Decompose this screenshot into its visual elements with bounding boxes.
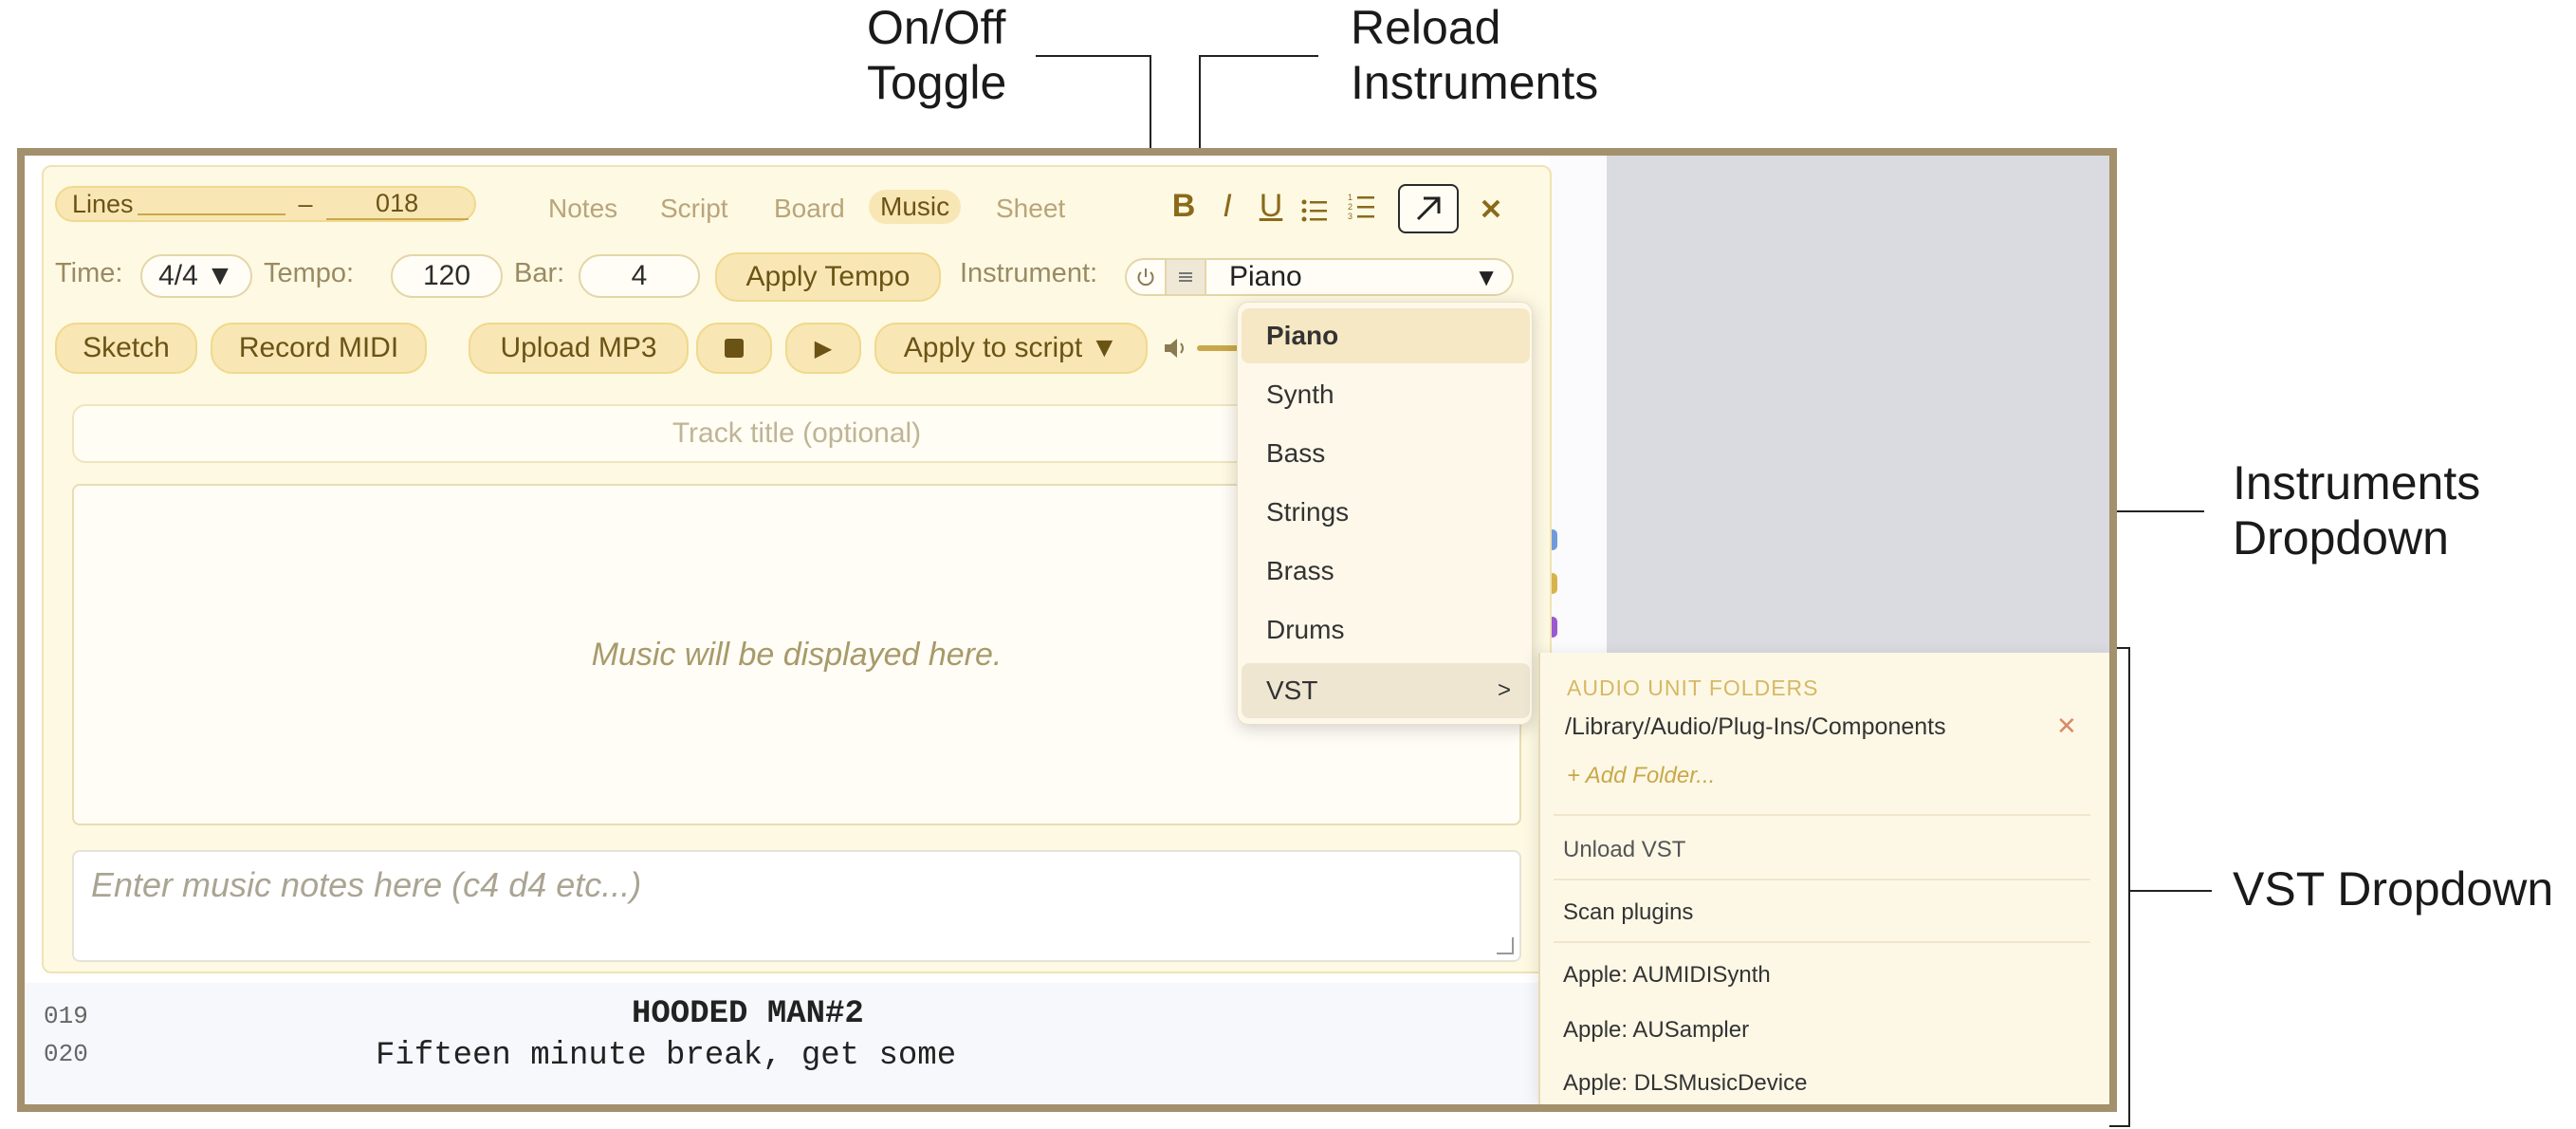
instrument-value: Piano	[1229, 261, 1302, 292]
record-midi-button[interactable]: Record MIDI	[211, 323, 427, 374]
menu-item-drums[interactable]: Drums	[1242, 602, 1530, 657]
vst-bracket-v	[2128, 647, 2130, 1127]
character-name[interactable]: HOODED MAN#2	[632, 996, 864, 1032]
menu-item-piano[interactable]: Piano	[1242, 308, 1530, 363]
audio-unit-folders-header: AUDIO UNIT FOLDERS	[1567, 676, 1819, 700]
bar-input[interactable]: 4	[579, 254, 700, 298]
menu-item-synth[interactable]: Synth	[1242, 367, 1530, 422]
instrument-label: Instrument:	[960, 258, 1098, 288]
instrument-dropdown-menu: Piano Synth Bass Strings Brass Drums VST…	[1237, 302, 1533, 725]
close-icon	[1481, 199, 1500, 218]
bullet-list-icon	[1301, 199, 1327, 222]
vst-dropdown-callout: VST Dropdown	[2233, 862, 2554, 916]
vst-bracket-bottom	[2109, 1125, 2130, 1127]
upload-mp3-button[interactable]: Upload MP3	[469, 323, 689, 374]
dialogue-line[interactable]: Fifteen minute break, get some	[376, 1038, 956, 1074]
tab-board[interactable]: Board	[774, 194, 845, 224]
svg-text:1: 1	[1348, 193, 1352, 202]
lines-label: Lines	[72, 189, 134, 218]
instruments-dropdown-callout: Instruments Dropdown	[2233, 456, 2481, 564]
plugin-item[interactable]: Apple: AUMIDISynth	[1563, 962, 1771, 989]
underline-button[interactable]: U	[1252, 188, 1290, 225]
numbered-list-button[interactable]: 123	[1343, 192, 1381, 231]
add-folder-button[interactable]: + Add Folder...	[1567, 763, 1715, 789]
tab-music[interactable]: Music	[869, 190, 962, 224]
instrument-control: Piano ▼	[1125, 258, 1514, 296]
folder-path: /Library/Audio/Plug-Ins/Components	[1565, 713, 1946, 740]
bold-button[interactable]: B	[1165, 188, 1203, 225]
reload-instruments-callout: Reload Instruments	[1351, 1, 1599, 109]
vst-callout-line	[2130, 890, 2212, 892]
menu-item-vst[interactable]: VST >	[1242, 663, 1530, 718]
remove-folder-icon[interactable]: ✕	[2056, 712, 2077, 741]
music-notes-input[interactable]: Enter music notes here (c4 d4 etc...)	[72, 850, 1521, 962]
reload-instruments-button[interactable]	[1167, 260, 1206, 294]
resize-handle[interactable]	[1497, 937, 1514, 954]
svg-text:3: 3	[1348, 212, 1352, 221]
power-icon	[1137, 268, 1154, 287]
line-number: 020	[44, 1040, 88, 1068]
tab-sheet[interactable]: Sheet	[996, 194, 1065, 224]
stop-icon	[725, 339, 744, 358]
tab-script[interactable]: Script	[660, 194, 728, 224]
close-button[interactable]	[1474, 192, 1508, 226]
divider	[1554, 879, 2090, 880]
instrument-select[interactable]: Piano ▼	[1206, 260, 1512, 294]
tab-notes[interactable]: Notes	[548, 194, 617, 224]
scan-plugins-button[interactable]: Scan plugins	[1563, 899, 1693, 926]
vst-label: VST	[1266, 676, 1318, 705]
unload-vst-button[interactable]: Unload VST	[1563, 837, 1685, 863]
divider	[1554, 814, 2090, 816]
italic-button[interactable]: I	[1208, 188, 1246, 225]
menu-item-bass[interactable]: Bass	[1242, 426, 1530, 481]
lines-dash: –	[298, 189, 313, 218]
line-number: 019	[44, 1002, 88, 1030]
time-signature-select[interactable]: 4/4 ▼	[140, 254, 252, 298]
sketch-button[interactable]: Sketch	[55, 323, 197, 374]
power-toggle-button[interactable]	[1127, 260, 1167, 294]
reload-callout-line-h	[1199, 55, 1318, 57]
tempo-label: Tempo:	[264, 258, 355, 288]
arrow-up-right-icon	[1416, 196, 1441, 221]
apply-to-script-button[interactable]: Apply to script ▼	[874, 323, 1148, 374]
play-button[interactable]: ▶	[785, 323, 861, 374]
lines-to-input[interactable]: 018	[325, 189, 469, 220]
apply-tempo-button[interactable]: Apply Tempo	[715, 252, 941, 302]
script-editor[interactable]: 019 HOODED MAN#2 020 Fifteen minute brea…	[25, 983, 1550, 1104]
lines-from-input[interactable]	[137, 193, 285, 215]
vst-dropdown-panel: AUDIO UNIT FOLDERS /Library/Audio/Plug-I…	[1538, 653, 2109, 1104]
lines-range: Lines – 018	[55, 186, 476, 222]
expand-button[interactable]	[1398, 184, 1459, 233]
bullet-list-button[interactable]	[1296, 195, 1334, 232]
reload-icon	[1179, 272, 1192, 282]
onoff-callout-line-h	[1036, 55, 1151, 57]
tempo-input[interactable]: 120	[391, 254, 503, 298]
plugin-item[interactable]: Apple: DLSMusicDevice	[1563, 1070, 1807, 1097]
chevron-down-icon: ▼	[1474, 262, 1499, 291]
onoff-toggle-callout: On/Off Toggle	[867, 1, 1007, 109]
menu-item-strings[interactable]: Strings	[1242, 485, 1530, 540]
menu-item-brass[interactable]: Brass	[1242, 544, 1530, 599]
app-window: 019 HOODED MAN#2 020 Fifteen minute brea…	[17, 148, 2117, 1112]
time-label: Time:	[55, 258, 123, 288]
divider	[1554, 941, 2090, 943]
volume-icon	[1163, 336, 1189, 365]
numbered-list-icon: 123	[1348, 193, 1374, 221]
chevron-right-icon: >	[1497, 677, 1511, 703]
svg-text:2: 2	[1348, 202, 1352, 212]
stop-button[interactable]	[696, 323, 772, 374]
plugin-item[interactable]: Apple: AUSampler	[1563, 1017, 1749, 1044]
notes-placeholder: Enter music notes here (c4 d4 etc...)	[91, 865, 642, 904]
bar-label: Bar:	[514, 258, 565, 288]
